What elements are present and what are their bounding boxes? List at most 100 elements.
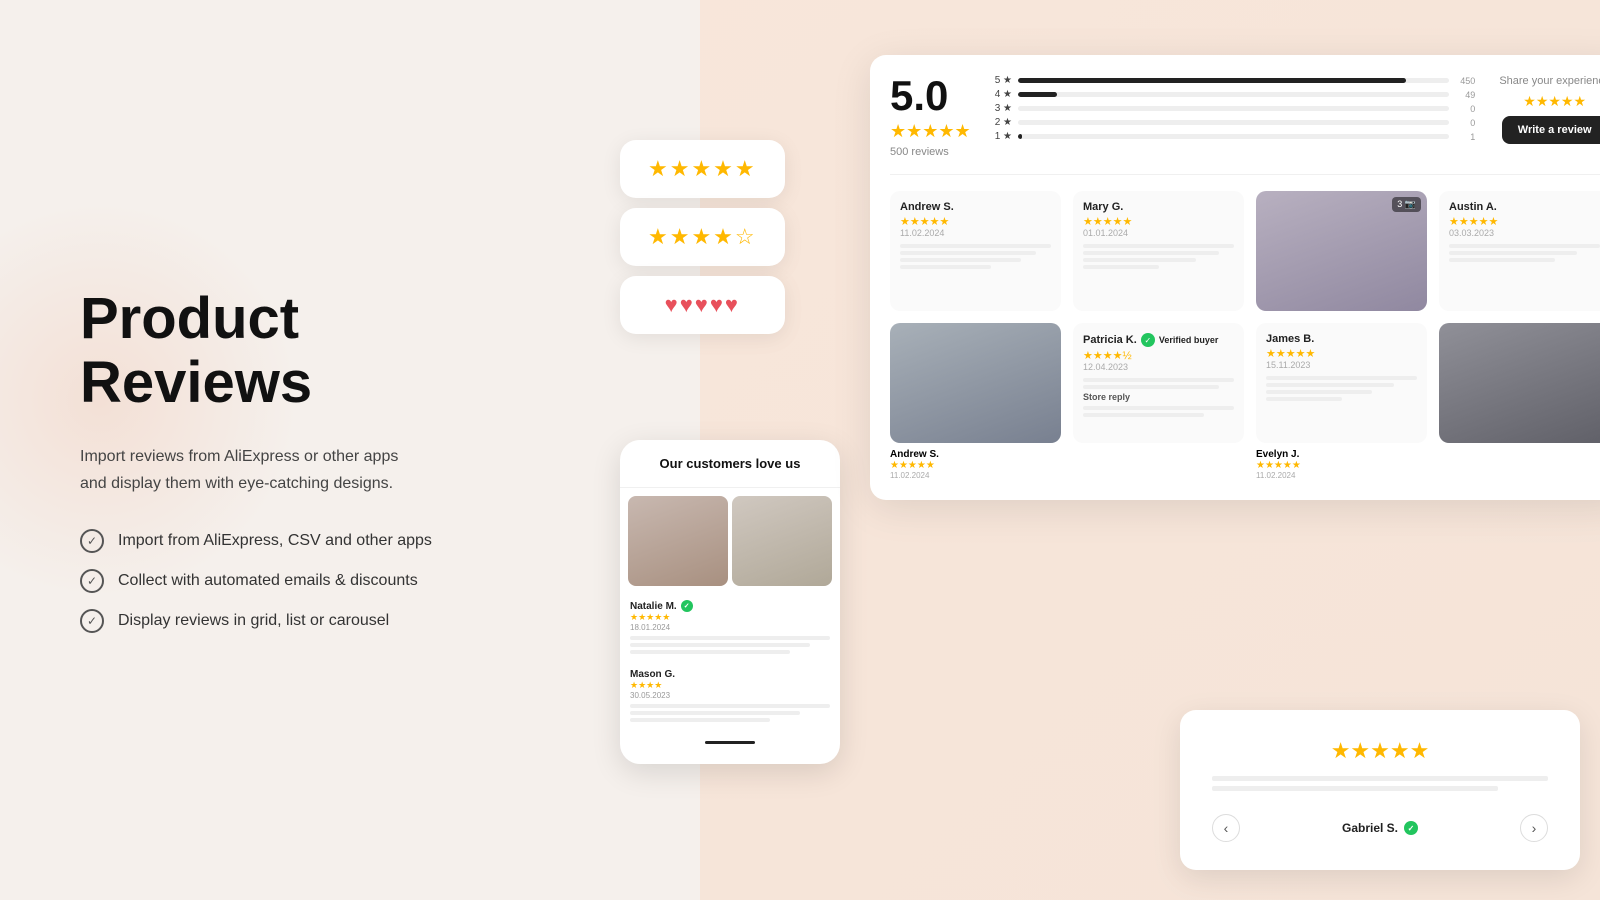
- carousel-stars: ★★★★★: [1331, 738, 1430, 764]
- reviewer-natalie: Natalie M. ✓: [630, 600, 830, 612]
- bar-row-4: 4 ★ 49: [995, 89, 1476, 100]
- bar-count-2: 0: [1455, 118, 1475, 128]
- natalie-review-lines: [630, 636, 830, 654]
- description-line1: Import reviews from AliExpress or other …: [80, 448, 398, 465]
- mary-name: Mary G.: [1083, 201, 1234, 213]
- rating-card-hearts: ♥♥♥♥♥: [620, 276, 785, 334]
- mobile-review-2: Mason G. ★★★★ 30.05.2023: [620, 663, 840, 731]
- tl3: [900, 258, 1021, 262]
- patricia-verified: ✓: [1141, 333, 1155, 347]
- andrew-date: 11.02.2024: [900, 228, 1051, 238]
- write-review-button[interactable]: Write a review: [1502, 116, 1600, 144]
- overall-rating-bar: 5.0 ★★★★★ 500 reviews 5 ★ 450: [890, 75, 1600, 175]
- carousel-widget: ★★★★★ ‹ Gabriel S. ✓ ›: [1180, 710, 1580, 870]
- bar-track-1: [1018, 134, 1449, 139]
- review-card-patricia: Patricia K. ✓ Verified buyer ★★★★½ 12.04…: [1073, 323, 1244, 443]
- bar-label-5: 5 ★: [995, 75, 1012, 86]
- james-stars: ★★★★★: [1266, 347, 1417, 360]
- rl1: [1083, 406, 1234, 410]
- al3: [1449, 258, 1555, 262]
- ml4: [1083, 265, 1159, 269]
- patricia-name: Patricia K.: [1083, 334, 1137, 346]
- evelyn-stars: ★★★★★: [1256, 460, 1427, 471]
- rating-card-5star: ★★★★★: [620, 140, 785, 198]
- natalie-stars: ★★★★★: [630, 612, 830, 623]
- andrew2-date: 11.02.2024: [890, 471, 1061, 480]
- andrew2-name-row: Andrew S.: [890, 449, 1061, 460]
- check-icon-1: ✓: [80, 529, 104, 553]
- store-reply-label: Store reply: [1083, 392, 1234, 402]
- natalie-date: 18.01.2024: [630, 623, 830, 632]
- big-score: 5.0: [890, 75, 971, 117]
- review-photo-1: 3 📷: [1256, 191, 1427, 311]
- tl2: [900, 251, 1036, 255]
- al1: [1449, 244, 1600, 248]
- sneakers-photo: [890, 323, 1061, 443]
- review-card-andrew: Andrew S. ★★★★★ 11.02.2024: [890, 191, 1061, 311]
- mobile-widget-header: Our customers love us: [620, 440, 840, 488]
- james-date: 15.11.2023: [1266, 360, 1417, 370]
- text-line-3: [630, 650, 790, 654]
- bar-row-2: 2 ★ 0: [995, 117, 1476, 128]
- pl2: [1083, 385, 1219, 389]
- andrew2-info: Andrew S. ★★★★★ 11.02.2024: [890, 449, 1061, 480]
- feature-item-2: ✓ Collect with automated emails & discou…: [80, 569, 500, 593]
- feature-label-1: Import from AliExpress, CSV and other ap…: [118, 532, 432, 550]
- bar-track-3: [1018, 106, 1449, 111]
- mary-lines: [1083, 244, 1234, 269]
- photo-count-badge: 3 📷: [1392, 197, 1421, 212]
- reviews-count: 500 reviews: [890, 146, 971, 158]
- bar-row-3: 3 ★ 0: [995, 103, 1476, 114]
- verified-badge-natalie: ✓: [681, 600, 693, 612]
- bar-count-4: 49: [1455, 90, 1475, 100]
- andrew-stars: ★★★★★: [900, 215, 1051, 228]
- review-card-photo1: 3 📷: [1256, 191, 1427, 311]
- verified-text: Verified buyer: [1159, 335, 1219, 345]
- review-card-sneakers2: [1439, 323, 1600, 443]
- bar-fill-1: [1018, 134, 1022, 139]
- rating-card-4star: ★★★★☆: [620, 208, 785, 266]
- bar-label-3: 3 ★: [995, 103, 1012, 114]
- page-container: Product Reviews Import reviews from AliE…: [0, 0, 1600, 900]
- mason-review-lines: [630, 704, 830, 722]
- james-name: James B.: [1266, 333, 1417, 345]
- right-section: ★★★★★ ★★★★☆ ♥♥♥♥♥ Our customers love us: [560, 0, 1600, 900]
- five-stars-icon: ★★★★★: [648, 156, 757, 182]
- mobile-widget-photos: [620, 488, 840, 594]
- left-section: Product Reviews Import reviews from AliE…: [0, 0, 560, 900]
- jl4: [1266, 397, 1342, 401]
- reviews-grid: Andrew S. ★★★★★ 11.02.2024 Mary G. ★★★★★: [890, 191, 1600, 443]
- rating-cards-group: ★★★★★ ★★★★☆ ♥♥♥♥♥: [620, 140, 785, 334]
- bar-row-1: 1 ★ 1: [995, 131, 1476, 142]
- bar-track-4: [1018, 92, 1449, 97]
- mason-stars: ★★★★: [630, 680, 830, 691]
- mobile-scroll-bar: [705, 741, 755, 744]
- review-card-sneakers: [890, 323, 1061, 443]
- four-stars-icon: ★★★★☆: [648, 224, 757, 250]
- text-line-4: [630, 704, 830, 708]
- score-section: 5.0 ★★★★★ 500 reviews: [890, 75, 971, 158]
- rating-bars: 5 ★ 450 4 ★ 49: [995, 75, 1476, 142]
- share-title: Share your experience: [1499, 75, 1600, 87]
- reviewer-mason-name: Mason G.: [630, 669, 675, 680]
- jl1: [1266, 376, 1417, 380]
- james-lines: [1266, 376, 1417, 401]
- carousel-next-button[interactable]: ›: [1520, 814, 1548, 842]
- ml1: [1083, 244, 1234, 248]
- evelyn-date: 11.02.2024: [1256, 471, 1427, 480]
- bar-label-4: 4 ★: [995, 89, 1012, 100]
- carousel-nav: ‹ Gabriel S. ✓ ›: [1212, 814, 1548, 842]
- text-line-1: [630, 636, 830, 640]
- carousel-prev-button[interactable]: ‹: [1212, 814, 1240, 842]
- bar-count-3: 0: [1455, 104, 1475, 114]
- pl1: [1083, 378, 1234, 382]
- austin-name: Austin A.: [1449, 201, 1600, 213]
- evelyn2-info: Evelyn J. ★★★★★ 11.02.2024: [1256, 449, 1427, 480]
- gabriel-name: Gabriel S.: [1342, 821, 1398, 835]
- mason-date: 30.05.2023: [630, 691, 830, 700]
- patricia-date: 12.04.2023: [1083, 362, 1234, 372]
- feature-label-2: Collect with automated emails & discount…: [118, 572, 418, 590]
- bar-fill-5: [1018, 78, 1406, 83]
- ml2: [1083, 251, 1219, 255]
- bar-count-5: 450: [1455, 76, 1475, 86]
